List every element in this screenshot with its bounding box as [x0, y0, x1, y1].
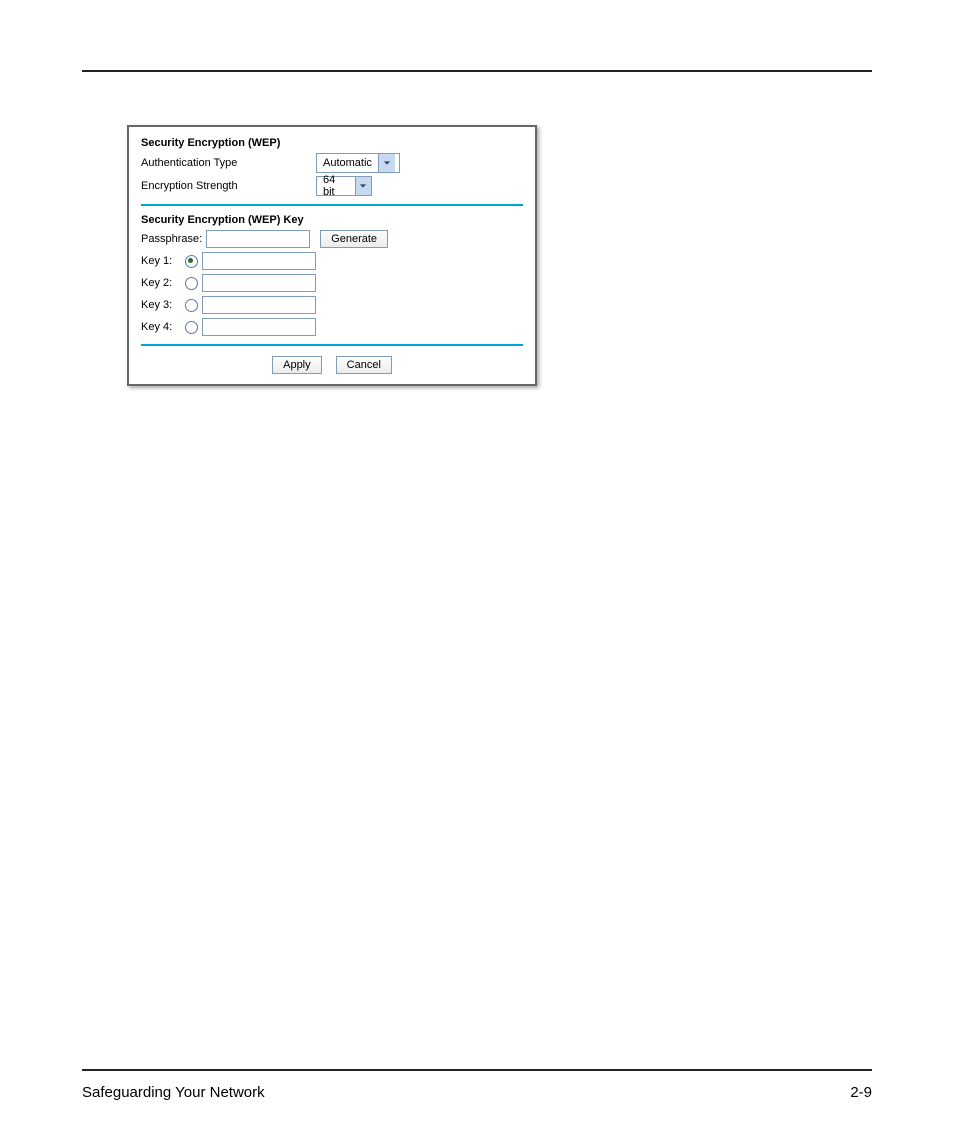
- auth-type-label: Authentication Type: [141, 157, 316, 169]
- key-label: Key 2:: [141, 277, 185, 289]
- key-radio[interactable]: [185, 321, 198, 334]
- cancel-button[interactable]: Cancel: [336, 356, 392, 374]
- footer-right: 2-9: [850, 1084, 872, 1101]
- section-divider: [141, 204, 523, 206]
- key-radio[interactable]: [185, 277, 198, 290]
- generate-button[interactable]: Generate: [320, 230, 388, 248]
- bottom-rule: [82, 1069, 872, 1071]
- top-rule: [82, 70, 872, 72]
- auth-type-row: Authentication Type Automatic: [141, 153, 523, 173]
- enc-strength-select[interactable]: 64 bit: [316, 176, 372, 196]
- key-input[interactable]: [202, 296, 316, 314]
- section-title-wep: Security Encryption (WEP): [141, 137, 523, 149]
- chevron-down-icon: [378, 154, 395, 172]
- footer-left: Safeguarding Your Network: [82, 1084, 265, 1101]
- passphrase-input[interactable]: [206, 230, 310, 248]
- key-input[interactable]: [202, 274, 316, 292]
- action-row: Apply Cancel: [141, 356, 523, 374]
- key-input[interactable]: [202, 252, 316, 270]
- wep-settings-panel: Security Encryption (WEP) Authentication…: [127, 125, 537, 386]
- key-row: Key 2:: [141, 274, 523, 292]
- enc-strength-label: Encryption Strength: [141, 180, 316, 192]
- auth-type-value: Automatic: [317, 157, 378, 169]
- key-row: Key 1:: [141, 252, 523, 270]
- page-footer: Safeguarding Your Network 2-9: [82, 1084, 872, 1101]
- apply-button[interactable]: Apply: [272, 356, 322, 374]
- passphrase-label: Passphrase:: [141, 233, 202, 245]
- auth-type-select[interactable]: Automatic: [316, 153, 400, 173]
- enc-strength-value: 64 bit: [317, 174, 355, 198]
- section-title-wep-key: Security Encryption (WEP) Key: [141, 214, 523, 226]
- key-label: Key 1:: [141, 255, 185, 267]
- section-divider: [141, 344, 523, 346]
- enc-strength-row: Encryption Strength 64 bit: [141, 176, 523, 196]
- key-label: Key 4:: [141, 321, 185, 333]
- key-label: Key 3:: [141, 299, 185, 311]
- passphrase-row: Passphrase: Generate: [141, 230, 523, 248]
- key-row: Key 3:: [141, 296, 523, 314]
- key-radio[interactable]: [185, 299, 198, 312]
- chevron-down-icon: [355, 177, 371, 195]
- key-row: Key 4:: [141, 318, 523, 336]
- key-input[interactable]: [202, 318, 316, 336]
- key-radio[interactable]: [185, 255, 198, 268]
